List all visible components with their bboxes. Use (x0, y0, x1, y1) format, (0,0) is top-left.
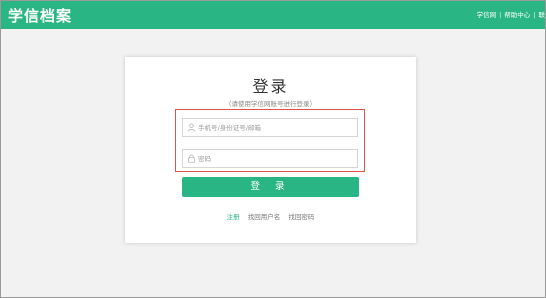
login-subtitle: （请使用学信网账号进行登录） (225, 100, 316, 108)
username-input[interactable] (198, 120, 353, 135)
login-card: 登录 （请使用学信网账号进行登录） 登 录 注册 找回用户名 找回密码 (125, 57, 416, 243)
top-link-xuexin[interactable]: 学信网 (477, 9, 497, 19)
register-link[interactable]: 注册 (227, 213, 240, 221)
find-password-link[interactable]: 找回密码 (288, 213, 314, 221)
username-field[interactable] (182, 118, 358, 137)
password-field[interactable] (182, 149, 358, 168)
divider: | (499, 11, 502, 19)
login-button[interactable]: 登 录 (182, 177, 359, 197)
divider: | (533, 11, 536, 19)
top-link-truncated[interactable]: 联 (539, 9, 546, 19)
top-navigation-bar: 学信档案 学信网 | 帮助中心 | 联 (1, 1, 545, 29)
login-title: 登录 (252, 77, 289, 96)
site-logo[interactable]: 学信档案 (8, 5, 72, 26)
top-link-help-center[interactable]: 帮助中心 (504, 9, 530, 19)
user-icon (187, 123, 196, 132)
auth-links: 注册 找回用户名 找回密码 (125, 211, 416, 221)
find-username-link[interactable]: 找回用户名 (248, 213, 281, 221)
password-input[interactable] (198, 151, 353, 166)
top-links: 学信网 | 帮助中心 | 联 (477, 9, 545, 19)
lock-icon (187, 154, 196, 163)
